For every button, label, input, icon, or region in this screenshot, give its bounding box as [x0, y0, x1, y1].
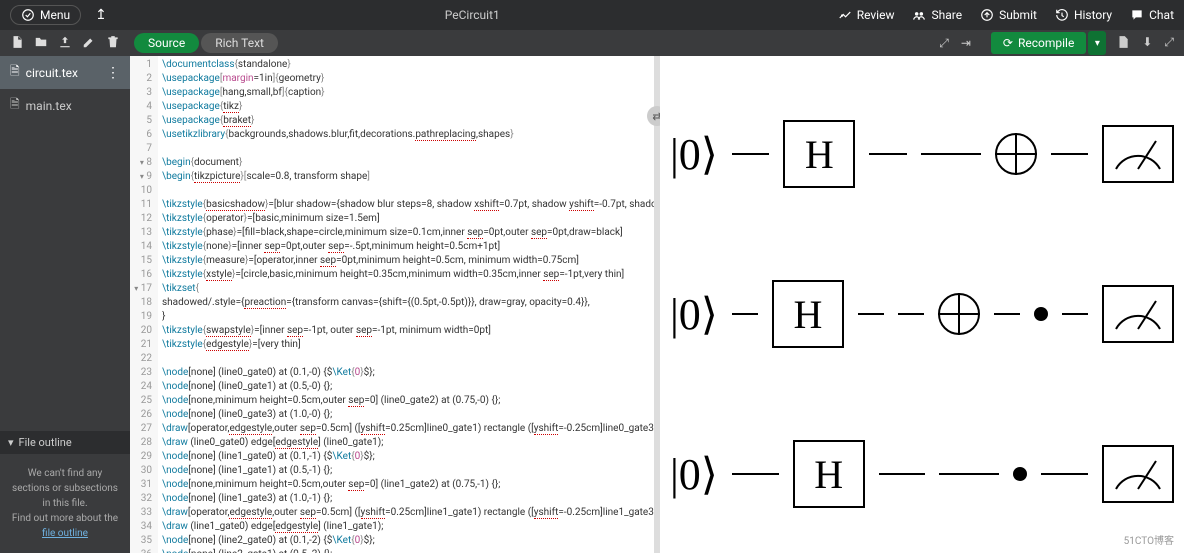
review-button[interactable]: Review [838, 8, 895, 22]
cnot-target [995, 133, 1037, 175]
h-gate: H [772, 280, 844, 348]
file-more-icon[interactable]: ⋮ [106, 65, 120, 81]
file-item-circuit-tex[interactable]: 🗎circuit.tex⋮ [0, 56, 130, 89]
chat-button[interactable]: Chat [1130, 8, 1174, 22]
history-button[interactable]: History [1055, 8, 1112, 22]
top-bar: Menu ↥ PeCircuit1 Review Share Submit Hi… [0, 0, 1184, 30]
project-title: PeCircuit1 [107, 8, 838, 22]
upload-file-icon[interactable] [58, 34, 72, 53]
share-button[interactable]: Share [912, 8, 962, 22]
file-item-main-tex[interactable]: 🗎main.tex [0, 89, 130, 122]
line-gutter: 1 2 3 4 5 6 7▾ 8▾ 9 10 11 12 13 14 15 16… [130, 56, 158, 553]
file-sidebar: 🗎circuit.tex⋮🗎main.tex ▾ File outline We… [0, 56, 130, 553]
file-icon: 🗎 [10, 95, 20, 116]
file-icon: 🗎 [10, 62, 20, 83]
new-file-icon[interactable] [10, 34, 24, 53]
pdf-page: |0⟩ H |0⟩ H |0⟩ H [660, 56, 1184, 553]
measure-gate [1102, 285, 1174, 343]
upload-icon[interactable]: ↥ [95, 7, 107, 23]
edit-icon[interactable] [82, 34, 96, 53]
ket-label: |0⟩ [670, 449, 718, 500]
ket-label: |0⟩ [670, 129, 718, 180]
menu-label: Menu [40, 8, 70, 22]
file-outline-header[interactable]: ▾ File outline [0, 431, 130, 454]
h-gate: H [793, 440, 865, 508]
logs-icon[interactable] [1116, 35, 1130, 52]
ket-label: |0⟩ [670, 289, 718, 340]
circuit-row-1: |0⟩ H [670, 234, 1174, 394]
h-gate: H [783, 120, 855, 188]
toolbar: Source Rich Text ⤢ ⇥ ⟳ Recompile ▾ ⬇ ⤢ [0, 30, 1184, 56]
circuit-row-2: |0⟩ H [670, 394, 1174, 553]
code-editor[interactable]: 1 2 3 4 5 6 7▾ 8▾ 9 10 11 12 13 14 15 16… [130, 56, 654, 553]
control-dot [1013, 467, 1027, 481]
watermark: 51CTO博客 [1124, 532, 1174, 547]
recompile-button[interactable]: ⟳ Recompile [991, 32, 1086, 54]
circuit-row-0: |0⟩ H [670, 74, 1174, 234]
menu-button[interactable]: Menu [10, 5, 81, 25]
recompile-dropdown[interactable]: ▾ [1088, 31, 1106, 55]
collapse-editor-icon[interactable]: ⇥ [961, 36, 971, 51]
pdf-preview[interactable]: |0⟩ H |0⟩ H |0⟩ H 51CTO博客 [660, 56, 1184, 553]
new-folder-icon[interactable] [34, 34, 48, 53]
expand-editor-icon[interactable]: ⤢ [939, 36, 949, 51]
code-content[interactable]: \documentclass{standalone}\usepackage[ma… [158, 56, 654, 553]
submit-button[interactable]: Submit [980, 8, 1037, 22]
expand-preview-icon[interactable]: ⤢ [1164, 35, 1174, 52]
tab-source[interactable]: Source [134, 33, 199, 53]
download-icon[interactable]: ⬇ [1142, 35, 1152, 52]
measure-gate [1102, 125, 1174, 183]
measure-gate [1102, 445, 1174, 503]
cnot-target [938, 293, 980, 335]
delete-icon[interactable] [106, 34, 120, 53]
file-outline-body: We can't find any sections or subsection… [0, 454, 130, 553]
file-outline-link[interactable]: file outline [42, 528, 88, 539]
refresh-icon: ⟳ [1003, 36, 1013, 50]
chevron-down-icon: ▾ [8, 436, 14, 449]
tab-richtext[interactable]: Rich Text [201, 33, 278, 53]
control-dot [1034, 307, 1048, 321]
